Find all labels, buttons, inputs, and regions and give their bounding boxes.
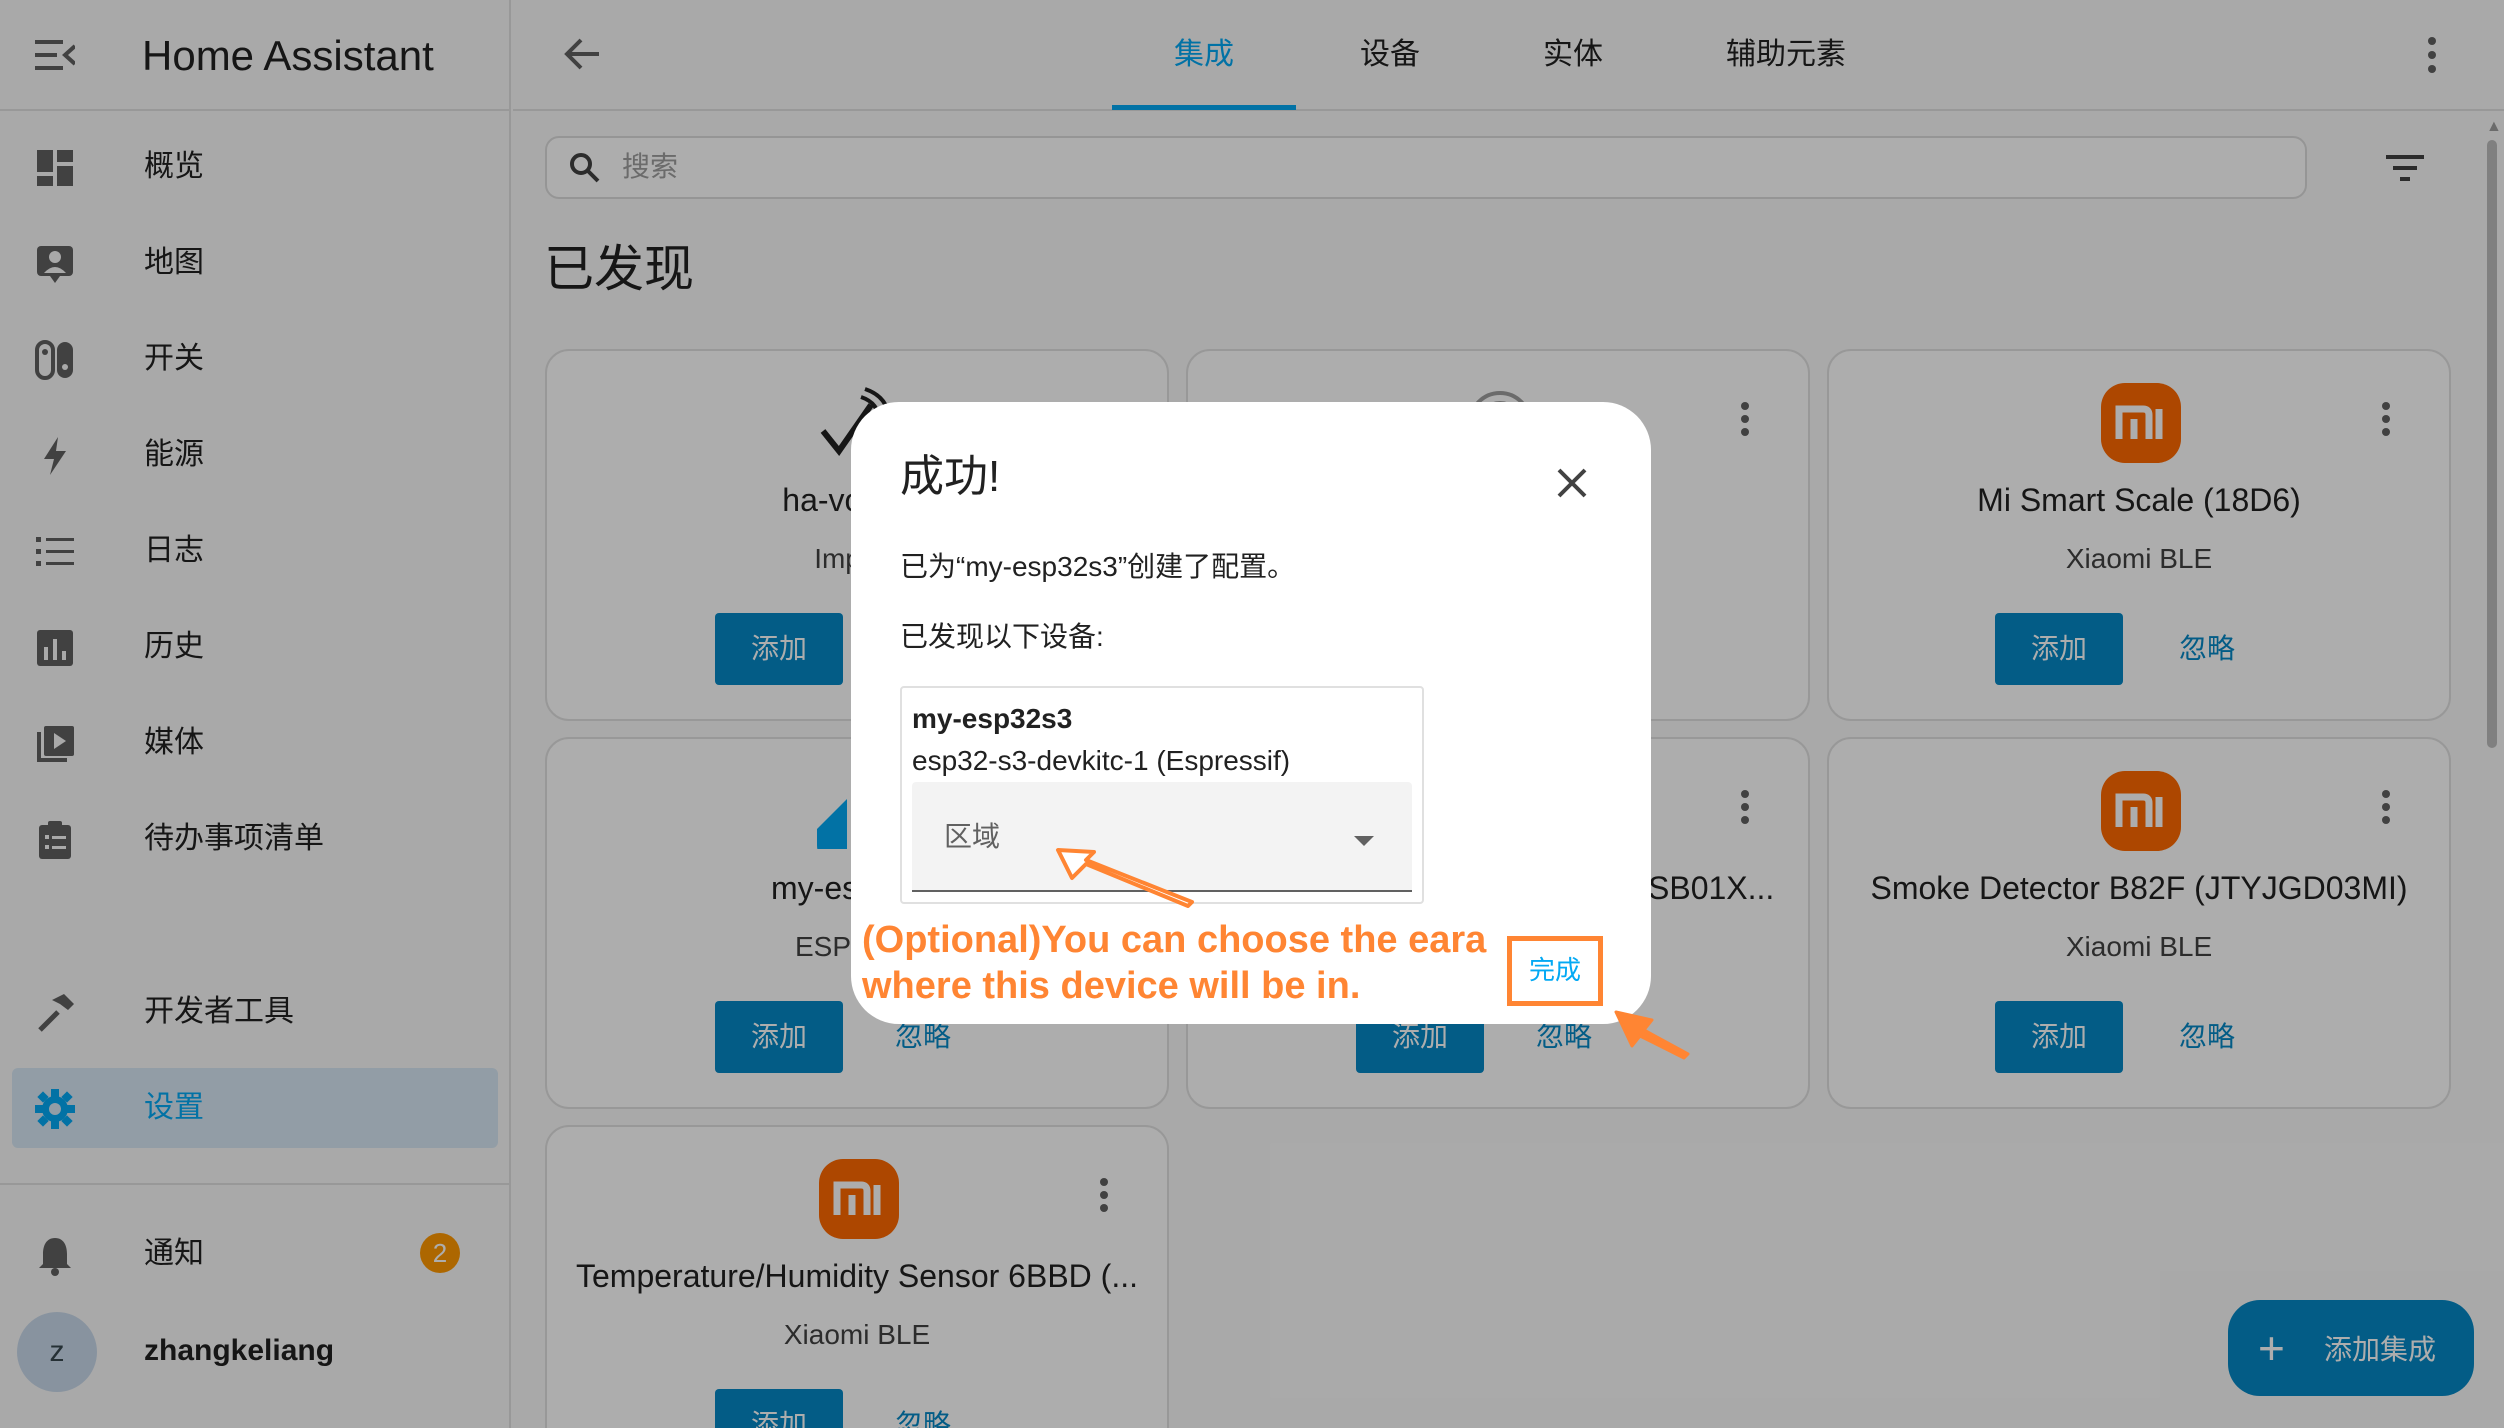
dropdown-caret-icon (1354, 836, 1374, 846)
device-name: my-esp32s3 (912, 703, 1073, 734)
annotation-line: where this device will be in. (862, 965, 1361, 1007)
annotation-highlight-box (1507, 936, 1603, 1006)
device-model: esp32-s3-devkitc-1 (Espressif) (912, 745, 1291, 776)
annotation-line: (Optional)You can choose the eara (862, 919, 1487, 961)
close-icon[interactable] (1553, 464, 1591, 502)
annotation-note: (Optional)You can choose the eara where … (862, 917, 1486, 1009)
dialog-message: 已为“my-esp32s3”创建了配置。 (900, 551, 1296, 582)
devices-found-label: 已发现以下设备: (900, 621, 1104, 652)
area-select-label: 区域 (944, 821, 1001, 852)
dialog-title: 成功! (900, 452, 1001, 501)
